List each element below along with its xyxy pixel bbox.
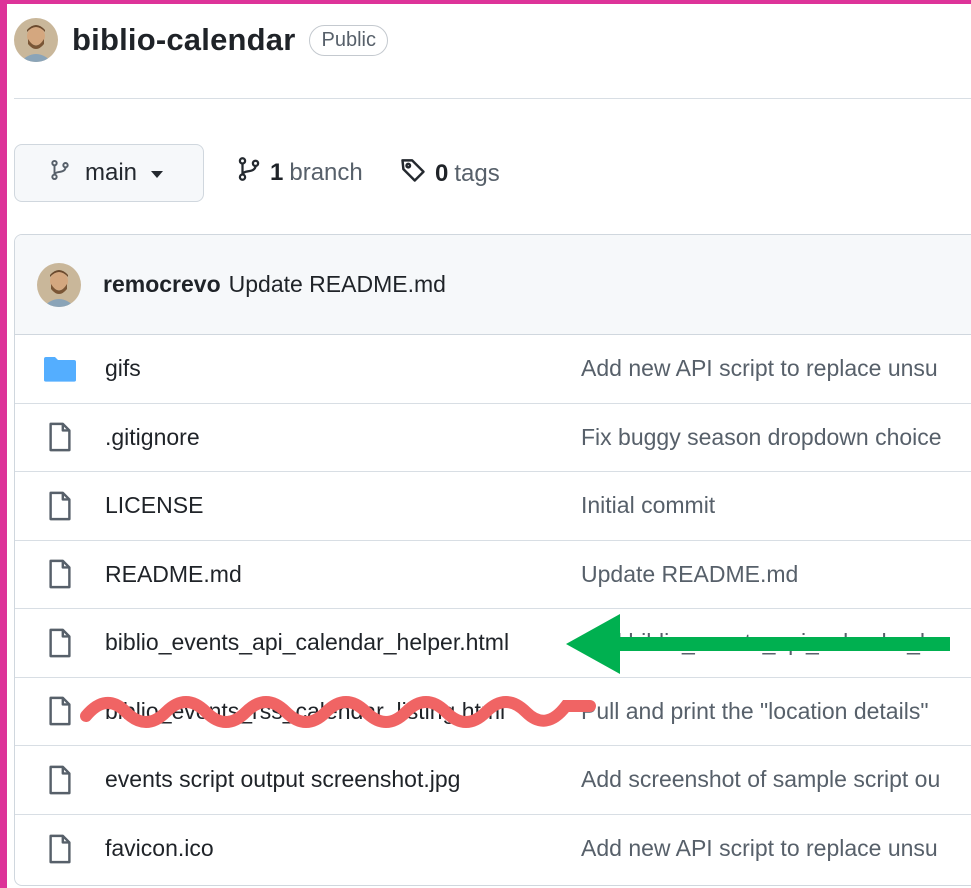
file-row[interactable]: biblio_events_rss_calendar_listing.html P… <box>15 678 971 746</box>
visibility-badge: Public <box>309 24 388 56</box>
file-row[interactable]: biblio_events_api_calendar_helper.html Ad… <box>15 609 971 678</box>
file-commit-message-link[interactable]: Pull and print the "location details" <box>581 698 928 725</box>
branch-select-button[interactable]: main <box>14 144 204 202</box>
file-row[interactable]: events script output screenshot.jpg Add s… <box>15 746 971 815</box>
file-name-link[interactable]: README.md <box>105 561 242 588</box>
file-icon <box>43 832 77 866</box>
file-commit-message-link[interactable]: Add new API script to replace unsu <box>581 355 938 382</box>
file-icon <box>43 763 77 797</box>
file-row[interactable]: gifs Add new API script to replace unsu <box>15 335 971 404</box>
file-name-link[interactable]: .gitignore <box>105 424 200 451</box>
file-name-link[interactable]: biblio_events_api_calendar_helper.html <box>105 629 509 656</box>
file-commit-message-link[interactable]: Add screenshot of sample script ou <box>581 766 940 793</box>
tag-count: 0 <box>435 159 449 187</box>
file-icon <box>43 694 77 728</box>
branch-word: branch <box>289 158 363 186</box>
highlight-frame-left <box>0 0 7 888</box>
file-row[interactable]: .gitignore Fix buggy season dropdown choi… <box>15 404 971 472</box>
git-branch-icon <box>49 158 71 189</box>
commit-author-link[interactable]: remocrevo <box>103 271 221 298</box>
file-commit-message-link[interactable]: Update README.md <box>581 561 798 588</box>
repo-header: biblio-calendar Public <box>14 18 388 62</box>
highlight-frame-top <box>0 0 971 4</box>
owner-avatar[interactable] <box>14 18 58 62</box>
file-commit-message-link[interactable]: Fix buggy season dropdown choice <box>581 424 942 451</box>
file-row[interactable]: README.md Update README.md <box>15 541 971 609</box>
tag-word: tags <box>454 159 500 187</box>
file-icon <box>43 420 77 454</box>
file-name-link[interactable]: events script output screenshot.jpg <box>105 766 460 793</box>
file-name-link[interactable]: gifs <box>105 355 141 382</box>
commit-author-avatar[interactable] <box>37 262 81 307</box>
branches-link[interactable]: 1 branch <box>236 156 363 189</box>
file-browser: remocrevo Update README.md gifs Add new A… <box>14 234 971 886</box>
chevron-down-icon <box>151 171 164 178</box>
repo-name[interactable]: biblio-calendar <box>72 22 295 58</box>
folder-icon <box>43 352 77 386</box>
file-icon <box>43 557 77 591</box>
file-name-link[interactable]: LICENSE <box>105 492 203 519</box>
tag-icon <box>399 156 427 191</box>
file-list: gifs Add new API script to replace unsu .g… <box>15 335 971 883</box>
file-row[interactable]: LICENSE Initial commit <box>15 472 971 541</box>
file-name-link[interactable]: favicon.ico <box>105 835 214 862</box>
file-name-link[interactable]: biblio_events_rss_calendar_listing.html <box>105 698 505 725</box>
tags-link[interactable]: 0 tags <box>399 156 500 191</box>
file-row[interactable]: favicon.ico Add new API script to replace… <box>15 815 971 884</box>
file-icon <box>43 626 77 660</box>
git-branch-icon <box>236 156 262 189</box>
header-divider <box>14 98 971 99</box>
file-icon <box>43 489 77 523</box>
file-commit-message-link[interactable]: Initial commit <box>581 492 715 519</box>
file-commit-message-link[interactable]: Add biblio_events_api_calendar_h <box>581 629 933 656</box>
branch-count: 1 <box>270 158 284 186</box>
file-commit-message-link[interactable]: Add new API script to replace unsu <box>581 835 938 862</box>
branch-label: main <box>85 159 138 186</box>
commit-message-link[interactable]: Update README.md <box>229 271 446 298</box>
latest-commit-bar: remocrevo Update README.md <box>15 235 971 335</box>
